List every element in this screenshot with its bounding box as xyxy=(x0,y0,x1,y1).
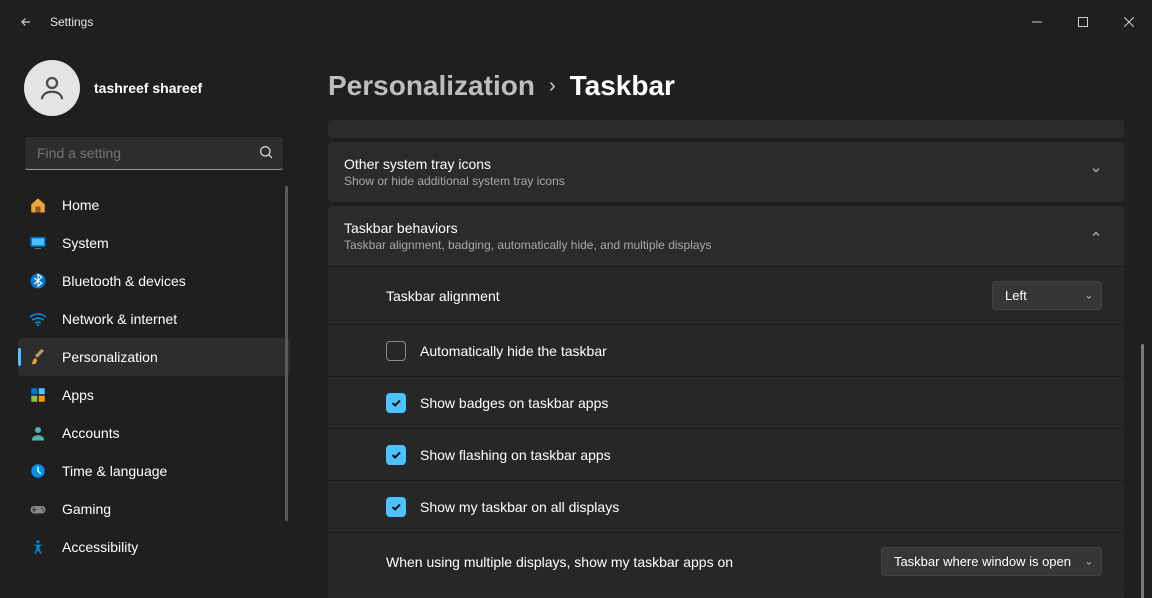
nav-label: Home xyxy=(62,197,99,213)
maximize-icon xyxy=(1078,17,1088,27)
nav-system[interactable]: System xyxy=(18,224,290,262)
nav-bluetooth[interactable]: Bluetooth & devices xyxy=(18,262,290,300)
nav-apps[interactable]: Apps xyxy=(18,376,290,414)
section-title: Taskbar behaviors xyxy=(344,220,1090,236)
nav-label: System xyxy=(62,235,109,251)
system-icon xyxy=(28,233,48,253)
section-subtitle: Show or hide additional system tray icon… xyxy=(344,174,1090,188)
row-all-displays: Show my taskbar on all displays xyxy=(328,480,1124,532)
nav-label: Network & internet xyxy=(62,311,177,327)
clock-icon xyxy=(28,461,48,481)
flashing-label: Show flashing on taskbar apps xyxy=(420,447,1102,463)
section-subtitle: Taskbar alignment, badging, automaticall… xyxy=(344,238,1090,252)
breadcrumb-current: Taskbar xyxy=(570,70,675,102)
nav-network[interactable]: Network & internet xyxy=(18,300,290,338)
multi-select[interactable]: Taskbar where window is open ⌄ xyxy=(881,547,1102,576)
expander-other-tray[interactable]: Other system tray icons Show or hide add… xyxy=(328,142,1124,202)
avatar xyxy=(24,60,80,116)
alignment-value: Left xyxy=(1005,288,1027,303)
checkbox-flashing[interactable] xyxy=(386,445,406,465)
multi-value: Taskbar where window is open xyxy=(894,554,1071,569)
nav-label: Time & language xyxy=(62,463,167,479)
person-icon xyxy=(37,73,67,103)
back-button[interactable] xyxy=(10,6,42,38)
checkbox-all-displays[interactable] xyxy=(386,497,406,517)
section-title: Other system tray icons xyxy=(344,156,1090,172)
breadcrumb-parent[interactable]: Personalization xyxy=(328,70,535,102)
nav-label: Apps xyxy=(62,387,94,403)
alignment-label: Taskbar alignment xyxy=(386,288,992,304)
search-container xyxy=(24,136,284,170)
checkbox-badges[interactable] xyxy=(386,393,406,413)
nav-label: Gaming xyxy=(62,501,111,517)
content-scrollbar[interactable] xyxy=(1141,344,1144,598)
minimize-icon xyxy=(1032,17,1042,27)
nav: Home System Bluetooth & devices Network … xyxy=(18,186,290,566)
search-icon xyxy=(258,144,274,165)
badges-label: Show badges on taskbar apps xyxy=(420,395,1102,411)
close-button[interactable] xyxy=(1106,6,1152,38)
nav-accessibility[interactable]: Accessibility xyxy=(18,528,290,566)
nav-label: Accounts xyxy=(62,425,120,441)
nav-label: Bluetooth & devices xyxy=(62,273,186,289)
sidebar-scrollbar[interactable] xyxy=(285,186,288,521)
row-taskbar-alignment: Taskbar alignment Left ⌄ xyxy=(328,266,1124,324)
alignment-select[interactable]: Left ⌄ xyxy=(992,281,1102,310)
window-title: Settings xyxy=(50,15,93,29)
accessibility-icon xyxy=(28,537,48,557)
all-displays-label: Show my taskbar on all displays xyxy=(420,499,1102,515)
chevron-right-icon: › xyxy=(549,75,556,98)
chevron-up-icon xyxy=(1090,227,1102,245)
nav-personalization[interactable]: Personalization xyxy=(18,338,290,376)
arrow-left-icon xyxy=(19,15,33,29)
expander-taskbar-behaviors[interactable]: Taskbar behaviors Taskbar alignment, bad… xyxy=(328,206,1124,266)
user-name: tashreef shareef xyxy=(94,80,202,96)
account-icon xyxy=(28,423,48,443)
gaming-icon xyxy=(28,499,48,519)
chevron-down-icon: ⌄ xyxy=(1085,290,1093,301)
multi-label: When using multiple displays, show my ta… xyxy=(386,554,881,570)
home-icon xyxy=(28,195,48,215)
maximize-button[interactable] xyxy=(1060,6,1106,38)
chevron-down-icon xyxy=(1090,163,1102,181)
row-share-window: Share any window from my taskbar xyxy=(328,590,1124,598)
row-auto-hide: Automatically hide the taskbar xyxy=(328,324,1124,376)
brush-icon xyxy=(28,347,48,367)
search-input[interactable] xyxy=(24,136,284,170)
bluetooth-icon xyxy=(28,271,48,291)
auto-hide-label: Automatically hide the taskbar xyxy=(420,343,1102,359)
row-flashing: Show flashing on taskbar apps xyxy=(328,428,1124,480)
wifi-icon xyxy=(28,309,48,329)
row-badges: Show badges on taskbar apps xyxy=(328,376,1124,428)
user-profile[interactable]: tashreef shareef xyxy=(18,52,290,136)
apps-icon xyxy=(28,385,48,405)
chevron-down-icon: ⌄ xyxy=(1085,556,1093,567)
checkbox-auto-hide[interactable] xyxy=(386,341,406,361)
card-cutoff-top xyxy=(328,120,1124,138)
nav-home[interactable]: Home xyxy=(18,186,290,224)
nav-gaming[interactable]: Gaming xyxy=(18,490,290,528)
nav-label: Accessibility xyxy=(62,539,138,555)
row-multi-displays: When using multiple displays, show my ta… xyxy=(328,532,1124,590)
nav-time[interactable]: Time & language xyxy=(18,452,290,490)
nav-label: Personalization xyxy=(62,349,158,365)
minimize-button[interactable] xyxy=(1014,6,1060,38)
close-icon xyxy=(1124,17,1134,27)
breadcrumb: Personalization › Taskbar xyxy=(328,70,1124,102)
nav-accounts[interactable]: Accounts xyxy=(18,414,290,452)
